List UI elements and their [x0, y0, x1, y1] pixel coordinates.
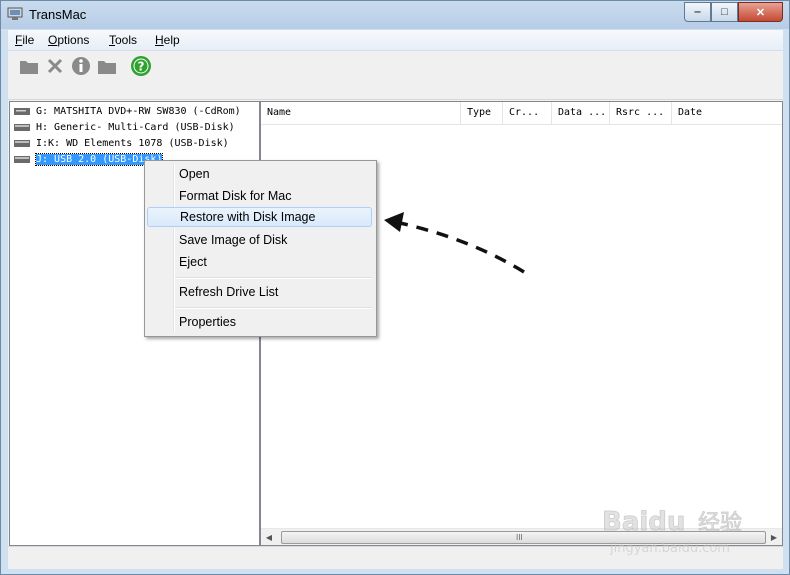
baidu-watermark: Baidu 经验 jingyan.baidu.com — [602, 507, 743, 556]
column-data-size[interactable]: Data ... — [552, 102, 610, 124]
title-bar[interactable]: TransMac ‒ □ ✕ — [1, 1, 789, 29]
minimize-button[interactable]: ‒ — [684, 2, 711, 22]
context-menu: Open Format Disk for Mac Restore with Di… — [144, 160, 377, 337]
watermark-url: jingyan.baidu.com — [609, 541, 730, 556]
toolbar: ? — [8, 51, 783, 100]
column-creator[interactable]: Cr... — [503, 102, 552, 124]
drive-label: I:K: WD Elements 1078 (USB-Disk) — [36, 137, 229, 149]
folder-icon — [20, 61, 38, 74]
scroll-right-icon[interactable]: ▶ — [766, 529, 782, 545]
help-button[interactable]: ? — [130, 55, 152, 77]
drive-icon — [14, 124, 30, 131]
folder-icon — [98, 61, 116, 74]
menu-item-eject[interactable]: Eject — [147, 252, 372, 272]
scroll-left-icon[interactable]: ◀ — [261, 529, 277, 545]
minimize-icon: ‒ — [694, 6, 701, 18]
drive-label: G: MATSHITA DVD+-RW SW830 (-CdRom) — [36, 105, 241, 117]
menu-help[interactable]: Help — [155, 33, 180, 47]
menu-options[interactable]: Options — [48, 33, 89, 47]
menu-bar: File Options Tools Help — [8, 30, 783, 51]
info-button[interactable] — [70, 55, 92, 77]
watermark-brand: Baidu — [602, 507, 685, 537]
maximize-button[interactable]: □ — [711, 2, 738, 22]
drive-item-h[interactable]: H: Generic- Multi-Card (USB-Disk) — [14, 120, 235, 134]
menu-item-label: Open — [179, 167, 210, 181]
watermark-cn: 经验 — [698, 511, 742, 536]
maximize-icon: □ — [721, 6, 728, 18]
menu-help-rest: elp — [163, 33, 180, 47]
scroll-grip: III — [516, 533, 523, 542]
help-icon: ? — [131, 56, 151, 76]
menu-item-save-image[interactable]: Save Image of Disk — [147, 230, 372, 250]
open-folder-button[interactable] — [18, 55, 40, 77]
menu-item-refresh-drives[interactable]: Refresh Drive List — [147, 282, 372, 302]
menu-file[interactable]: File — [15, 33, 34, 47]
menu-item-label: Format Disk for Mac — [179, 189, 292, 203]
menu-tools-rest: ools — [115, 33, 138, 47]
drive-label: H: Generic- Multi-Card (USB-Disk) — [36, 121, 235, 133]
menu-options-rest: ptions — [57, 33, 90, 47]
delete-x-icon — [47, 58, 63, 74]
menu-separator — [175, 277, 372, 279]
caption-buttons: ‒ □ ✕ — [684, 2, 783, 22]
delete-button[interactable] — [44, 55, 66, 77]
window-title: TransMac — [29, 7, 87, 22]
help-glyph: ? — [138, 60, 145, 74]
column-date[interactable]: Date — [672, 102, 782, 124]
menu-item-open[interactable]: Open — [147, 164, 372, 184]
close-icon: ✕ — [755, 6, 766, 19]
cdrom-icon — [14, 108, 30, 115]
column-type[interactable]: Type — [461, 102, 503, 124]
menu-separator — [175, 307, 372, 309]
drive-item-j[interactable]: J: USB 2.0 (USB-Disk) — [14, 152, 164, 166]
menu-item-label: Eject — [179, 255, 207, 269]
close-button[interactable]: ✕ — [738, 2, 783, 22]
menu-item-label: Save Image of Disk — [179, 233, 288, 247]
menu-tools[interactable]: Tools — [109, 33, 137, 47]
menu-item-label: Restore with Disk Image — [180, 210, 316, 224]
column-rsrc-size[interactable]: Rsrc ... — [610, 102, 672, 124]
column-header: Name Type Cr... Data ... Rsrc ... Date — [261, 102, 782, 125]
column-name[interactable]: Name — [261, 102, 461, 124]
menu-item-properties[interactable]: Properties — [147, 312, 372, 332]
menu-file-rest: ile — [22, 33, 35, 47]
menu-options-key: O — [48, 33, 58, 47]
drive-item-g[interactable]: G: MATSHITA DVD+-RW SW830 (-CdRom) — [14, 104, 241, 118]
drive-icon — [14, 140, 30, 147]
drive-item-ik[interactable]: I:K: WD Elements 1078 (USB-Disk) — [14, 136, 229, 150]
menu-item-label: Properties — [179, 315, 236, 329]
menu-item-label: Refresh Drive List — [179, 285, 279, 299]
menu-item-format-disk[interactable]: Format Disk for Mac — [147, 186, 372, 206]
drive-icon — [14, 156, 30, 163]
app-icon — [7, 7, 23, 20]
menu-help-key: H — [155, 33, 164, 47]
new-folder-button[interactable] — [96, 55, 118, 77]
dashed-arrow-annotation — [384, 212, 525, 274]
menu-item-restore-disk-image[interactable]: Restore with Disk Image — [147, 207, 372, 227]
info-icon — [72, 57, 90, 75]
